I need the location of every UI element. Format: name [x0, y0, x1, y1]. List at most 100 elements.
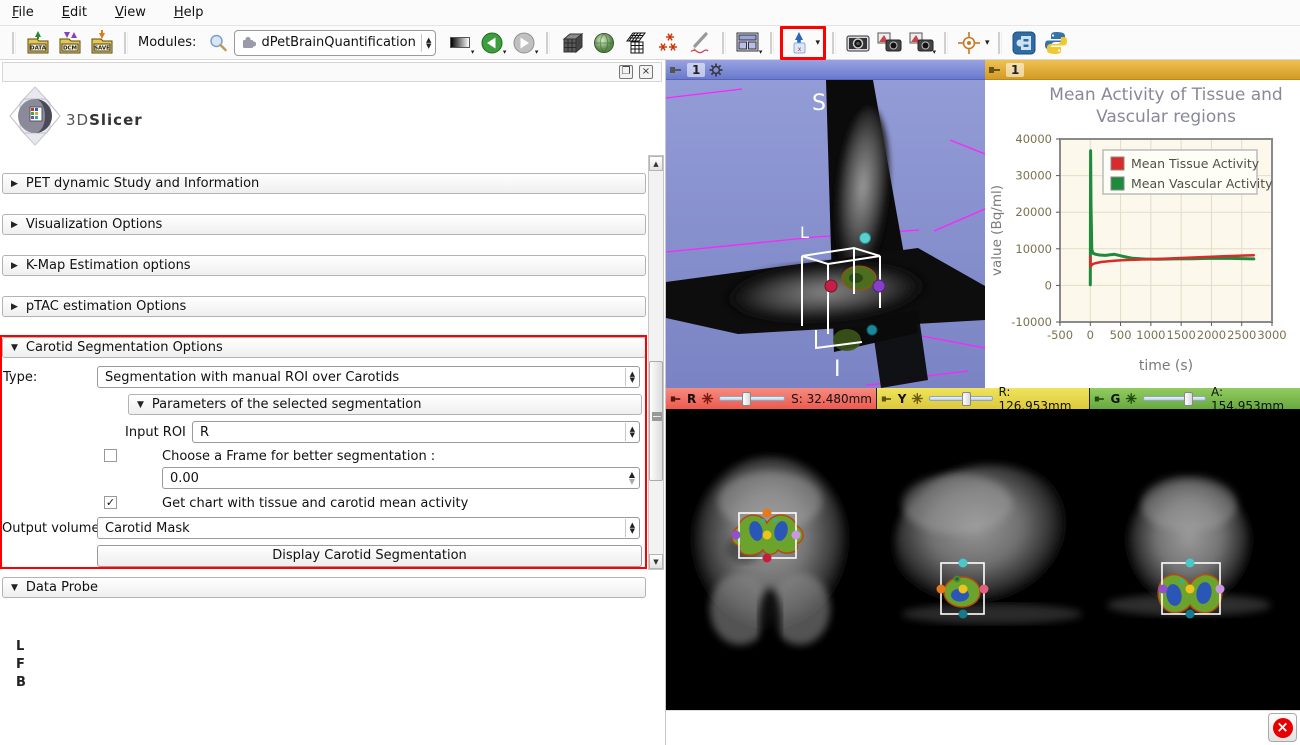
gear-icon[interactable]	[709, 63, 723, 77]
redo-button[interactable]: ▾	[510, 29, 538, 57]
scroll-down-icon[interactable]: ▼	[649, 554, 663, 569]
toolbar-grip[interactable]	[12, 32, 16, 54]
segmentation-type-combobox[interactable]: Segmentation with manual ROI over Caroti…	[97, 366, 640, 388]
chart-checkbox[interactable]: ✓	[104, 496, 117, 509]
close-panel-icon[interactable]: ×	[639, 65, 653, 79]
input-roi-combobox[interactable]: R ▲▼	[192, 421, 640, 443]
module-selector-combobox[interactable]: dPetBrainQuantification ▲▼	[234, 30, 436, 56]
combo-updown-icon[interactable]: ▲▼	[625, 519, 635, 537]
python-console-button[interactable]	[1042, 29, 1070, 57]
toolbar-grip[interactable]	[998, 32, 1002, 54]
fiducial-toggle-icon[interactable]	[911, 392, 924, 405]
section-label: Parameters of the selected segmentation	[152, 397, 422, 412]
slice-offset-slider[interactable]	[719, 396, 785, 401]
menu-view[interactable]: View	[115, 5, 146, 20]
svg-text:Mean Vascular Activity: Mean Vascular Activity	[1131, 176, 1273, 191]
slicer-logo: 3DSlicer	[6, 85, 306, 151]
annotation-pencil-button[interactable]	[686, 29, 714, 57]
roi-handle	[873, 280, 885, 292]
window-level-button[interactable]: ▾	[446, 29, 474, 57]
menu-file[interactable]: File	[12, 5, 34, 20]
extensions-manager-button[interactable]	[1010, 29, 1038, 57]
toolbar-grip[interactable]	[124, 32, 128, 54]
slice-letter: Y	[898, 392, 907, 406]
volume-rendering-button[interactable]	[558, 29, 586, 57]
screenshot-button[interactable]	[844, 29, 872, 57]
layout-selector-button[interactable]: ▾	[734, 29, 762, 57]
spinbox-updown-icon[interactable]: ▲▼	[629, 471, 635, 485]
svg-text:Mean Activity of Tissue and: Mean Activity of Tissue and	[1049, 85, 1282, 105]
yellow-slice-viewport[interactable]	[877, 409, 1090, 710]
scrollbar-thumb[interactable]	[649, 361, 663, 481]
toolbar-grip[interactable]	[832, 32, 836, 54]
slice-offset-slider[interactable]	[929, 396, 993, 401]
window-level-icon	[450, 37, 470, 48]
svg-text:SAVE: SAVE	[94, 45, 110, 51]
toolbar-grip[interactable]	[770, 32, 774, 54]
combo-updown-icon[interactable]: ▲▼	[625, 368, 635, 386]
modules-label: Modules:	[138, 35, 196, 50]
dicom-button[interactable]: DCM	[56, 29, 84, 57]
module-search-button[interactable]	[204, 29, 232, 57]
roi-handle	[959, 610, 968, 619]
float-panel-icon[interactable]: ❐	[619, 65, 633, 79]
view3d-header[interactable]: 1	[666, 60, 985, 80]
combo-updown-icon[interactable]: ▲▼	[421, 34, 431, 52]
green-slice-controller[interactable]: G A: 154.953mm	[1090, 388, 1300, 409]
orientation-i: I	[834, 357, 841, 382]
toolbar-grip[interactable]	[546, 32, 550, 54]
red-slice-viewport[interactable]	[666, 409, 877, 710]
panel-scrollbar[interactable]: ▲ ▼	[648, 155, 664, 570]
frame-spinbox[interactable]: 0.00 ▲▼	[162, 467, 640, 489]
section-carotid-segmentation[interactable]: ▼ Carotid Segmentation Options	[2, 337, 646, 358]
error-log-button[interactable]: ×	[1268, 713, 1297, 742]
fiducials-button[interactable]	[654, 29, 682, 57]
frame-checkbox[interactable]	[104, 449, 117, 462]
save-scene-screenshot-button[interactable]: x ▾	[786, 29, 820, 57]
restore-scene-view-button[interactable]: ▾	[908, 29, 936, 57]
section-pet-dynamic-study[interactable]: ▶ PET dynamic Study and Information	[2, 173, 646, 194]
pin-icon[interactable]	[669, 63, 683, 77]
chart-header[interactable]: 1	[985, 60, 1300, 80]
fiducial-toggle-icon[interactable]	[1125, 392, 1137, 405]
pin-icon[interactable]	[1094, 393, 1105, 405]
slice-offset-slider[interactable]	[1143, 396, 1206, 401]
load-data-button[interactable]: DATA	[24, 29, 52, 57]
section-parameters[interactable]: ▼ Parameters of the selected segmentatio…	[128, 394, 642, 415]
red-slice-controller[interactable]: R S: 32.480mm	[666, 388, 877, 409]
view3d-viewport[interactable]: S L I	[666, 80, 985, 388]
section-label: Data Probe	[26, 580, 98, 595]
roi-handle	[1159, 585, 1168, 594]
pin-icon[interactable]	[988, 63, 1002, 77]
slice-views-button[interactable]	[622, 29, 650, 57]
green-sphere-icon	[591, 30, 617, 56]
output-volume-combobox[interactable]: Carotid Mask ▲▼	[97, 517, 640, 539]
crosshair-button[interactable]: ▾	[956, 29, 990, 57]
section-kmap-estimation[interactable]: ▶ K-Map Estimation options	[2, 255, 646, 276]
display-carotid-segmentation-button[interactable]: Display Carotid Segmentation	[97, 545, 642, 567]
save-button[interactable]: SAVE	[88, 29, 116, 57]
undo-button[interactable]: ▾	[478, 29, 506, 57]
pin-icon[interactable]	[881, 393, 893, 405]
scene-view-button[interactable]	[876, 29, 904, 57]
toolbar-grip[interactable]	[944, 32, 948, 54]
combo-updown-icon[interactable]: ▲▼	[625, 423, 635, 441]
toolbar-grip[interactable]	[722, 32, 726, 54]
fiducial-toggle-icon[interactable]	[701, 392, 714, 405]
section-ptac-estimation[interactable]: ▶ pTAC estimation Options	[2, 296, 646, 317]
scroll-up-icon[interactable]: ▲	[649, 156, 663, 171]
menu-edit[interactable]: Edit	[62, 5, 87, 20]
chart-viewport[interactable]: -500050010001500200025003000-10000010000…	[985, 80, 1300, 388]
section-data-probe[interactable]: ▼ Data Probe	[2, 577, 646, 598]
dropdown-caret-icon: ▾	[471, 49, 475, 56]
models-button[interactable]	[590, 29, 618, 57]
pin-icon[interactable]	[670, 393, 682, 405]
slicer-logo-icon	[6, 85, 64, 147]
dropdown-caret-icon: ▾	[985, 38, 990, 48]
menu-help[interactable]: Help	[174, 5, 204, 20]
yellow-slice-controller[interactable]: Y R: 126.953mm	[877, 388, 1090, 409]
svg-text:DATA: DATA	[30, 45, 47, 51]
green-slice-viewport[interactable]	[1090, 409, 1300, 710]
probe-label-f: F	[16, 656, 26, 674]
section-visualization-options[interactable]: ▶ Visualization Options	[2, 214, 646, 235]
